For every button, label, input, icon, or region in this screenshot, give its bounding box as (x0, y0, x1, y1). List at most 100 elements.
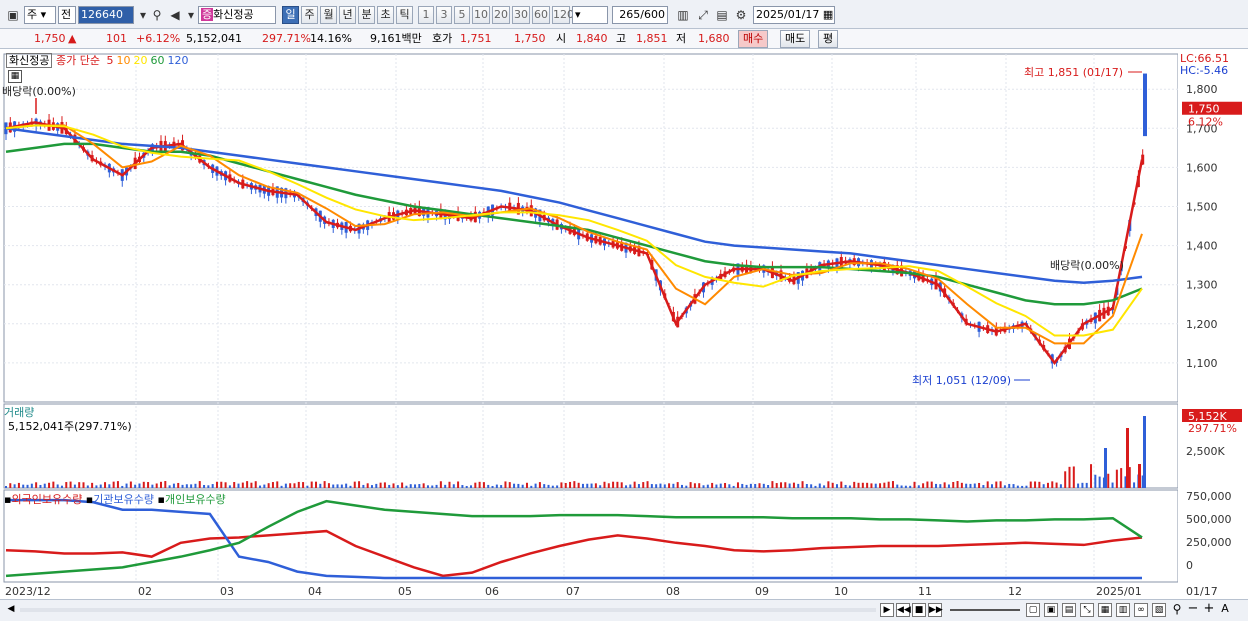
volume-bar (409, 484, 412, 488)
period-value[interactable]: 전 (58, 6, 76, 24)
tab-5[interactable]: 초 (377, 6, 394, 24)
tab-4[interactable]: 분 (358, 6, 375, 24)
volume-bar (482, 482, 485, 488)
volume-bar (405, 485, 408, 488)
volume-bar (327, 483, 330, 488)
layout-icon[interactable]: ▢ (1026, 603, 1040, 617)
interval-button-5[interactable]: 30 (512, 6, 530, 24)
link-icon[interactable]: ∞ (1134, 603, 1148, 617)
price-legend: 화신정공 종가 단순 5 10 20 60 120 (6, 52, 188, 68)
interval-button-1[interactable]: 3 (436, 6, 452, 24)
resize-icon[interactable]: ⤡ (1080, 603, 1094, 617)
tab-2[interactable]: 월 (320, 6, 337, 24)
volume-bar (715, 484, 718, 488)
tab-6[interactable]: 틱 (396, 6, 413, 24)
tool-icon[interactable]: ▤ (1062, 603, 1076, 617)
volume-bar (383, 482, 386, 488)
save-icon[interactable]: ▤ (713, 6, 731, 24)
print-icon[interactable]: ▧ (1152, 603, 1166, 617)
interval-button-2[interactable]: 5 (454, 6, 470, 24)
volume-bar (414, 484, 417, 488)
rewind-icon[interactable]: ◀◀ (896, 603, 911, 617)
volume-bar (366, 483, 369, 488)
volume-bar (263, 484, 266, 488)
volume-bar (655, 484, 658, 488)
price-chart[interactable]: 1,8001,7001,6001,5001,4001,3001,2001,100… (0, 50, 1248, 600)
avg-button[interactable]: 평 (818, 30, 839, 48)
copy-icon[interactable]: ▣ (1044, 603, 1058, 617)
tab-1[interactable]: 주 (301, 6, 318, 24)
window-icon[interactable]: ▣ (4, 6, 22, 24)
zoom-slider[interactable] (950, 609, 1020, 611)
price-legend-box[interactable]: 화신정공 (6, 53, 53, 68)
volume-bar (91, 482, 94, 488)
ma-period-5[interactable]: 5 (106, 54, 113, 67)
search-icon[interactable]: ⚲ (1170, 603, 1184, 617)
volume-bar (332, 484, 335, 488)
ma-period-60[interactable]: 60 (150, 54, 164, 67)
volume-bar (284, 483, 287, 488)
volume-bar (237, 483, 240, 488)
stop-icon[interactable]: ■ (912, 603, 926, 617)
volume-bar (616, 481, 619, 488)
volume-bar (491, 485, 494, 488)
search-icon[interactable]: ⚲ (148, 6, 166, 24)
count-input[interactable]: 265/600 (612, 6, 668, 24)
calculator-icon[interactable]: ▦ (8, 70, 22, 83)
tab-3[interactable]: 년 (339, 6, 356, 24)
volume-bar (659, 483, 662, 488)
zoom-icon[interactable]: ⤢ (694, 6, 712, 24)
volume-bar (650, 484, 653, 488)
candle-icon[interactable]: ▥ (674, 6, 692, 24)
volume-bar (543, 484, 546, 488)
volume-bar (211, 484, 214, 488)
volume-bar (340, 484, 343, 488)
volume-bar (439, 481, 442, 488)
zoom-out-icon[interactable]: − (1186, 602, 1200, 617)
stock-code-input[interactable]: 126640 (78, 6, 134, 24)
interval-button-0[interactable]: 1 (418, 6, 434, 24)
date-input[interactable]: 2025/01/17 ▦ (753, 6, 835, 24)
count-value: 265 (619, 8, 641, 21)
volume-spike (1126, 428, 1129, 488)
interval-button-6[interactable]: 60 (532, 6, 550, 24)
volume-bar (336, 484, 339, 488)
volume-bar (999, 481, 1002, 488)
forward-icon[interactable]: ▶▶ (928, 603, 943, 617)
ma-period-20[interactable]: 20 (133, 54, 147, 67)
volume-bar (194, 483, 197, 488)
last-candle (1143, 73, 1147, 137)
gear-icon[interactable]: ⚙ (732, 6, 750, 24)
volume-bar (625, 485, 628, 488)
interval-input[interactable]: ▾ (572, 6, 608, 24)
ma-period-120[interactable]: 120 (167, 54, 188, 67)
grid-icon[interactable]: ▦ (1098, 603, 1112, 617)
panel-icon[interactable]: ▥ (1116, 603, 1130, 617)
volume-bar (960, 482, 963, 488)
dividend-label-1: 배당락(0.00%) (2, 85, 76, 98)
font-icon[interactable]: A (1218, 603, 1232, 617)
volume-bar (73, 484, 76, 488)
zoom-in-icon[interactable]: + (1202, 602, 1216, 617)
interval-button-4[interactable]: 20 (492, 6, 510, 24)
volume-bar (986, 481, 989, 488)
volume-bar (784, 482, 787, 488)
volume-bar (586, 483, 589, 488)
interval-button-7[interactable]: 120 (552, 6, 574, 24)
scroll-left-icon[interactable]: ◀ (4, 603, 18, 617)
volume-bar (5, 486, 7, 488)
tab-0[interactable]: 일 (282, 6, 299, 24)
buy-button[interactable]: 매수 (738, 30, 769, 48)
period-select[interactable]: 주 ▾ (24, 6, 56, 24)
volume-bar (930, 481, 933, 488)
play-icon[interactable]: ▶ (880, 603, 894, 617)
volume-bar (345, 483, 348, 488)
sell-button[interactable]: 매도 (780, 30, 811, 48)
volume-bar (564, 482, 567, 488)
volume-bar (947, 484, 950, 488)
volume-bar (379, 482, 382, 488)
scroll-track[interactable] (20, 608, 876, 612)
ma-period-10[interactable]: 10 (116, 54, 130, 67)
interval-button-3[interactable]: 10 (472, 6, 490, 24)
volume-bar (990, 484, 993, 488)
